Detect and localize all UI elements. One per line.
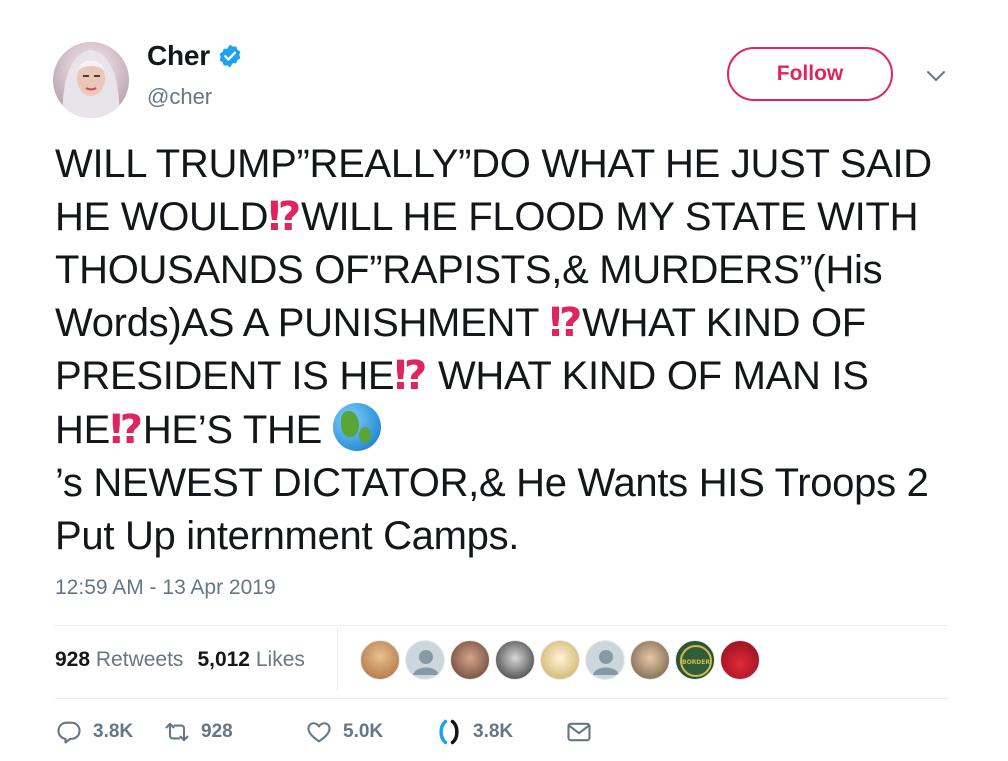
tweet-actions: 3.8K 928 5.0K 3.8K bbox=[55, 718, 603, 746]
tweet-text-segment: HE’S THE bbox=[142, 408, 333, 452]
liker-avatar[interactable] bbox=[360, 640, 400, 680]
liker-avatar[interactable] bbox=[540, 640, 580, 680]
svg-text:BORDER: BORDER bbox=[682, 659, 710, 666]
avatar-image bbox=[62, 50, 120, 118]
reply-thread-button[interactable]: 3.8K bbox=[435, 718, 565, 746]
liker-avatar-default[interactable] bbox=[585, 640, 625, 680]
direct-message-button[interactable] bbox=[565, 718, 603, 746]
divider bbox=[55, 698, 948, 699]
likers-facepile: BORDER bbox=[360, 640, 765, 680]
thread-count: 3.8K bbox=[473, 721, 514, 742]
retweets-count: 928 bbox=[55, 648, 91, 671]
retweet-count: 928 bbox=[201, 721, 233, 742]
reply-button[interactable]: 3.8K bbox=[55, 718, 163, 746]
reply-icon bbox=[57, 721, 81, 744]
tweet-text-segment: ’s NEWEST DICTATOR,& He Wants HIS Troops… bbox=[55, 461, 929, 558]
globe-emoji-icon bbox=[332, 403, 381, 451]
tweet-timestamp[interactable]: 12:59 AM - 13 Apr 2019 bbox=[55, 576, 276, 600]
liker-avatar[interactable] bbox=[630, 640, 670, 680]
liker-avatar[interactable] bbox=[450, 640, 490, 680]
verified-badge-icon bbox=[219, 44, 241, 68]
dm-icon bbox=[567, 722, 591, 742]
user-handle[interactable]: @cher bbox=[147, 84, 212, 110]
chevron-down-icon[interactable] bbox=[925, 68, 947, 84]
display-name[interactable]: Cher bbox=[147, 40, 210, 72]
follow-button[interactable]: Follow bbox=[727, 47, 893, 101]
retweets-stat[interactable]: 928 Retweets bbox=[55, 648, 183, 672]
badge-icon: BORDER bbox=[680, 645, 712, 677]
liker-avatar-default[interactable] bbox=[405, 640, 445, 680]
retweet-icon bbox=[165, 722, 189, 742]
thread-icon bbox=[439, 719, 459, 745]
likes-label: Likes bbox=[255, 648, 305, 671]
engagement-stats: 928 Retweets 5,012 Likes bbox=[55, 648, 305, 672]
tweet-text: WILL TRUMP”REALLY”DO WHAT HE JUST SAID H… bbox=[55, 138, 955, 563]
author-name-row[interactable]: Cher bbox=[147, 40, 243, 72]
exclamation-question-emoji-icon: ⁉ bbox=[268, 195, 302, 239]
likes-stat[interactable]: 5,012 Likes bbox=[197, 648, 304, 672]
exclamation-question-emoji-icon: ⁉ bbox=[549, 301, 583, 345]
retweets-label: Retweets bbox=[95, 648, 184, 671]
stats-separator bbox=[337, 628, 338, 690]
red-hat-avatar[interactable] bbox=[720, 640, 760, 680]
like-icon bbox=[307, 722, 331, 743]
like-button[interactable]: 5.0K bbox=[305, 718, 435, 746]
exclamation-question-emoji-icon: ⁉ bbox=[394, 354, 428, 398]
retweet-button[interactable]: 928 bbox=[163, 718, 305, 746]
border-patrol-badge-avatar[interactable]: BORDER bbox=[675, 640, 715, 680]
like-count: 5.0K bbox=[343, 721, 384, 742]
likes-count: 5,012 bbox=[197, 648, 250, 671]
exclamation-question-emoji-icon: ⁉ bbox=[109, 408, 143, 452]
avatar[interactable] bbox=[53, 42, 129, 118]
divider bbox=[55, 625, 948, 626]
reply-count: 3.8K bbox=[93, 721, 134, 742]
liker-avatar[interactable] bbox=[495, 640, 535, 680]
